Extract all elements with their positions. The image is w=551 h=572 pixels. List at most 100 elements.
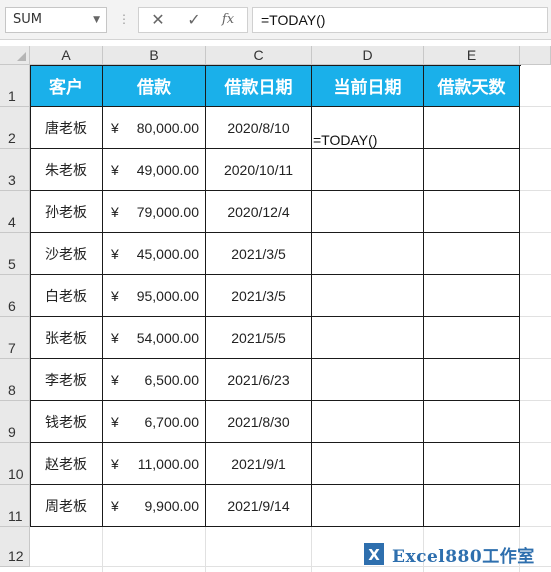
header-cell[interactable]: 当前日期: [312, 65, 424, 107]
amount-cell[interactable]: ¥6,500.00: [103, 359, 206, 401]
chevron-down-icon[interactable]: ▼: [93, 8, 100, 32]
worksheet-grid[interactable]: 客户 借款 借款日期 当前日期 借款天数 唐老板 ¥80,000.00 2020/8/10 朱老…: [30, 65, 551, 572]
customer-cell[interactable]: 朱老板: [30, 149, 103, 191]
currency-symbol: ¥: [111, 413, 119, 430]
amount-cell[interactable]: ¥6,700.00: [103, 401, 206, 443]
column-header-c[interactable]: C: [206, 46, 312, 65]
column-header-b[interactable]: B: [103, 46, 206, 65]
insert-function-icon[interactable]: fx: [213, 8, 243, 32]
customer-cell[interactable]: 沙老板: [30, 233, 103, 275]
header-cell[interactable]: 借款日期: [206, 65, 312, 107]
amount-cell[interactable]: ¥79,000.00: [103, 191, 206, 233]
loan-date-value: 2021/3/5: [231, 287, 286, 304]
amount-cell[interactable]: ¥9,900.00: [103, 485, 206, 527]
row-header-1[interactable]: 1: [0, 65, 30, 107]
customer-cell[interactable]: 唐老板: [30, 107, 103, 149]
row-header-8[interactable]: 8: [0, 359, 30, 401]
loan-date-cell[interactable]: 2020/12/4: [206, 191, 312, 233]
loan-date-cell[interactable]: 2021/5/5: [206, 317, 312, 359]
current-date-cell[interactable]: [312, 359, 424, 401]
watermark: X Excel880工作室: [360, 538, 550, 570]
loan-days-cell[interactable]: [424, 191, 520, 233]
customer-name: 赵老板: [45, 456, 87, 473]
loan-days-cell[interactable]: [424, 317, 520, 359]
currency-symbol: ¥: [111, 203, 119, 220]
column-header-e[interactable]: E: [424, 46, 520, 65]
loan-date-cell[interactable]: 2021/9/14: [206, 485, 312, 527]
loan-date-value: 2021/6/23: [227, 371, 290, 388]
amount-cell[interactable]: ¥80,000.00: [103, 107, 206, 149]
select-all-corner[interactable]: [0, 46, 30, 65]
customer-name: 唐老板: [45, 120, 87, 137]
loan-date-value: 2021/9/14: [227, 497, 290, 514]
row-header-10[interactable]: 10: [0, 443, 30, 485]
column-header-overflow[interactable]: [520, 46, 551, 65]
loan-days-cell[interactable]: [424, 359, 520, 401]
loan-days-cell[interactable]: [424, 275, 520, 317]
amount-cell[interactable]: ¥54,000.00: [103, 317, 206, 359]
current-date-cell[interactable]: [312, 233, 424, 275]
select-all-icon: [17, 52, 26, 61]
customer-cell[interactable]: 李老板: [30, 359, 103, 401]
loan-date-cell[interactable]: 2021/3/5: [206, 275, 312, 317]
customer-cell[interactable]: 张老板: [30, 317, 103, 359]
row-header-11[interactable]: 11: [0, 485, 30, 527]
loan-date-cell[interactable]: 2021/9/1: [206, 443, 312, 485]
row-header-4[interactable]: 4: [0, 191, 30, 233]
loan-date-cell[interactable]: 2021/8/30: [206, 401, 312, 443]
editing-cell-text[interactable]: =TODAY(): [313, 132, 377, 148]
current-date-cell[interactable]: [312, 275, 424, 317]
check-icon[interactable]: ✓: [179, 8, 209, 32]
amount-cell[interactable]: ¥11,000.00: [103, 443, 206, 485]
loan-date-value: 2020/10/11: [223, 161, 294, 178]
amount-cell[interactable]: ¥49,000.00: [103, 149, 206, 191]
header-cell[interactable]: 客户: [30, 65, 103, 107]
customer-cell[interactable]: 赵老板: [30, 443, 103, 485]
header-cell[interactable]: 借款天数: [424, 65, 520, 107]
header-label: 借款天数: [437, 78, 506, 98]
loan-date-cell[interactable]: 2021/3/5: [206, 233, 312, 275]
row-header-6[interactable]: 6: [0, 275, 30, 317]
amount-cell[interactable]: ¥45,000.00: [103, 233, 206, 275]
customer-cell[interactable]: 周老板: [30, 485, 103, 527]
customer-name: 钱老板: [45, 414, 87, 431]
current-date-cell[interactable]: [312, 443, 424, 485]
current-date-cell[interactable]: [312, 401, 424, 443]
loan-date-cell[interactable]: 2020/8/10: [206, 107, 312, 149]
formula-input[interactable]: =TODAY(): [252, 7, 548, 33]
row-header-12[interactable]: 12: [0, 527, 30, 567]
current-date-cell[interactable]: [312, 317, 424, 359]
row-header-2[interactable]: 2: [0, 107, 30, 149]
customer-cell[interactable]: 孙老板: [30, 191, 103, 233]
close-icon[interactable]: ✕: [143, 8, 173, 32]
loan-days-cell[interactable]: [424, 149, 520, 191]
current-date-cell[interactable]: [312, 485, 424, 527]
column-header-d[interactable]: D: [312, 46, 424, 65]
loan-days-cell[interactable]: [424, 443, 520, 485]
customer-cell[interactable]: 白老板: [30, 275, 103, 317]
currency-symbol: ¥: [111, 329, 119, 346]
currency-symbol: ¥: [111, 371, 119, 388]
column-header-a[interactable]: A: [30, 46, 103, 65]
name-box[interactable]: SUM ▼: [5, 7, 107, 33]
amount-value: 54,000.00: [136, 329, 199, 346]
loan-date-cell[interactable]: 2021/6/23: [206, 359, 312, 401]
loan-days-cell[interactable]: [424, 485, 520, 527]
loan-days-cell[interactable]: [424, 107, 520, 149]
currency-symbol: ¥: [111, 287, 119, 304]
current-date-cell[interactable]: [312, 191, 424, 233]
current-date-cell[interactable]: [312, 149, 424, 191]
loan-date-cell[interactable]: 2020/10/11: [206, 149, 312, 191]
row-header-5[interactable]: 5: [0, 233, 30, 275]
row-header-9[interactable]: 9: [0, 401, 30, 443]
svg-text:X: X: [368, 546, 380, 564]
row-header-7[interactable]: 7: [0, 317, 30, 359]
loan-days-cell[interactable]: [424, 233, 520, 275]
amount-value: 80,000.00: [136, 119, 199, 136]
amount-cell[interactable]: ¥95,000.00: [103, 275, 206, 317]
loan-days-cell[interactable]: [424, 401, 520, 443]
amount-value: 11,000.00: [137, 455, 199, 472]
header-cell[interactable]: 借款: [103, 65, 206, 107]
row-header-3[interactable]: 3: [0, 149, 30, 191]
customer-cell[interactable]: 钱老板: [30, 401, 103, 443]
